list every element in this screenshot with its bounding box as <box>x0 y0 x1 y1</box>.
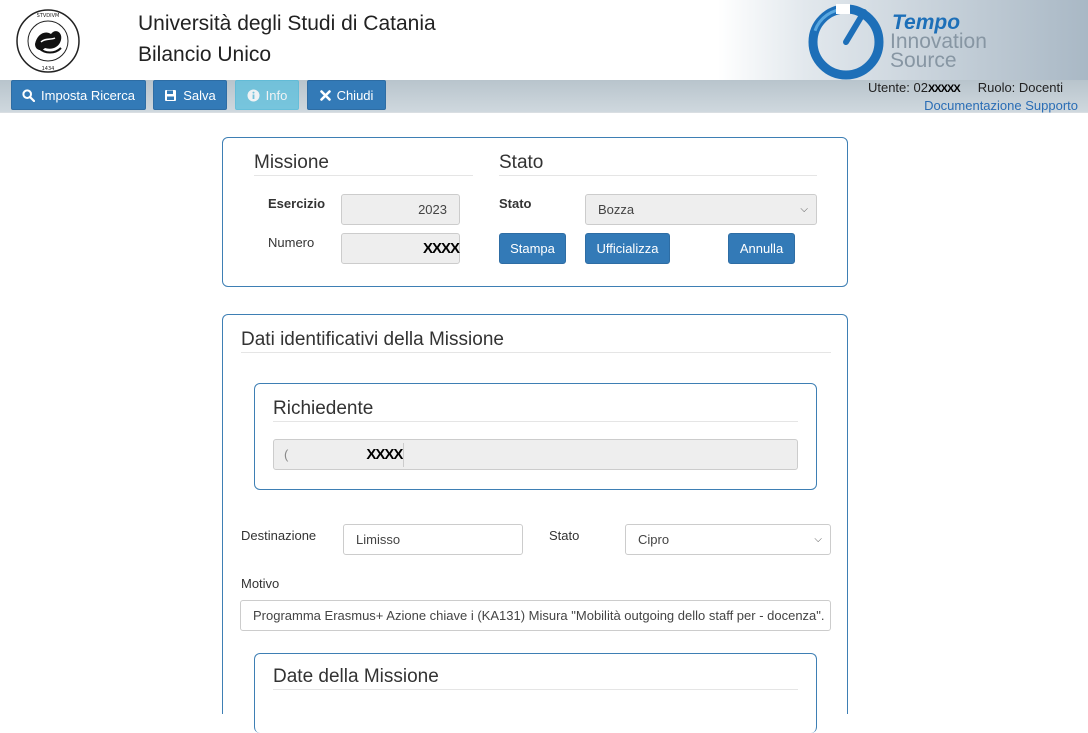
role-label: Ruolo: Docenti <box>977 80 1063 95</box>
richiedente-separator <box>403 443 404 467</box>
svg-text:1434: 1434 <box>42 66 55 72</box>
destinazione-value: Limisso <box>356 532 401 547</box>
documentation-support-link[interactable]: Documentazione Supporto <box>924 98 1078 113</box>
motivo-label: Motivo <box>241 576 280 591</box>
chevron-down-icon: ⌵ <box>814 534 822 545</box>
close-icon <box>319 89 331 101</box>
ufficializza-button[interactable]: Ufficializza <box>585 233 670 264</box>
numero-label: Numero <box>268 235 315 250</box>
richiedente-divider <box>273 421 798 422</box>
toolbar: Imposta Ricerca Salva Info Chiudi Utente… <box>0 80 1088 113</box>
dati-divider <box>241 352 831 353</box>
stato-divider <box>499 175 817 176</box>
chevron-down-icon: ⌵ <box>800 204 808 215</box>
date-missione-title: Date della Missione <box>273 666 439 687</box>
esercizio-field[interactable]: 2023 <box>341 194 460 225</box>
imposta-ricerca-button[interactable]: Imposta Ricerca <box>11 80 146 110</box>
date-divider <box>273 689 798 690</box>
salva-label: Salva <box>183 87 216 103</box>
destinazione-input[interactable]: Limisso <box>343 524 523 555</box>
richiedente-title: Richiedente <box>273 398 374 419</box>
richiedente-field[interactable]: ( XXXX <box>273 439 798 470</box>
application-name: Bilancio Unico <box>138 43 272 66</box>
dati-identificativi-panel: Dati identificativi della Missione Richi… <box>222 314 848 733</box>
richiedente-prefix: ( <box>284 447 289 462</box>
stato-select[interactable]: Bozza ⌵ <box>585 194 817 225</box>
chiudi-label: Chiudi <box>336 87 374 103</box>
missione-title: Missione <box>254 152 329 173</box>
esercizio-label: Esercizio <box>268 196 326 211</box>
destinazione-label: Destinazione <box>241 528 317 543</box>
date-missione-panel: Date della Missione <box>254 653 817 733</box>
richiedente-panel: Richiedente ( XXXX <box>254 383 817 490</box>
stato-select-value: Bozza <box>598 202 635 217</box>
salva-button[interactable]: Salva <box>153 80 227 110</box>
stato-paese-label: Stato <box>549 528 580 543</box>
dati-identificativi-title: Dati identificativi della Missione <box>241 329 504 350</box>
user-label: Utente: 02 <box>867 80 928 95</box>
imposta-ricerca-label: Imposta Ricerca <box>41 87 135 103</box>
brand-source: Source <box>890 49 957 72</box>
stato-paese-select[interactable]: Cipro ⌵ <box>625 524 831 555</box>
stampa-button[interactable]: Stampa <box>499 233 566 264</box>
annulla-button[interactable]: Annulla <box>728 233 795 264</box>
info-button[interactable]: Info <box>235 80 299 110</box>
info-icon <box>247 89 260 101</box>
app-header: STVDIVM 1434 Università degli Studi di C… <box>0 0 1088 80</box>
richiedente-value: XXXX <box>366 446 403 463</box>
missione-divider <box>254 175 473 176</box>
save-icon <box>165 89 177 101</box>
motivo-value: Programma Erasmus+ Azione chiave i (KA13… <box>253 608 825 623</box>
motivo-input[interactable]: Programma Erasmus+ Azione chiave i (KA13… <box>240 600 831 631</box>
info-label: Info <box>265 87 288 103</box>
university-name: Università degli Studi di Catania <box>138 12 436 35</box>
svg-text:STVDIVM: STVDIVM <box>37 13 60 19</box>
stato-paese-value: Cipro <box>638 532 670 547</box>
numero-value: XXXX <box>422 240 460 257</box>
chiudi-button[interactable]: Chiudi <box>307 80 386 110</box>
university-seal-logo: STVDIVM 1434 <box>16 9 80 73</box>
numero-field[interactable]: XXXX <box>341 233 460 264</box>
user-redacted: XXXXX <box>927 83 961 95</box>
missione-panel: Missione Stato Esercizio 2023 Numero XXX… <box>222 137 848 287</box>
esercizio-value: 2023 <box>418 202 447 217</box>
stato-title: Stato <box>499 152 544 173</box>
stato-label: Stato <box>499 196 532 211</box>
tempo-innovation-source-logo-icon <box>808 4 884 80</box>
search-icon <box>22 88 36 102</box>
user-info: Utente: 02XXXXX Ruolo: Docenti <box>868 80 1063 95</box>
